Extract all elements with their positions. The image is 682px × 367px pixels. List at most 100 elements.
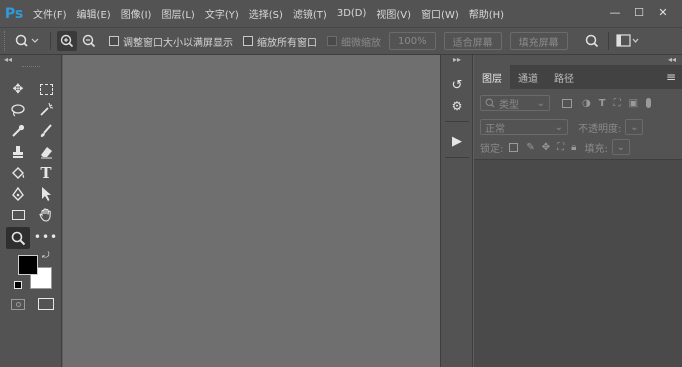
zoom-out-icon[interactable] bbox=[79, 31, 99, 51]
tools-collapse-icon[interactable]: ◂◂ bbox=[4, 55, 12, 64]
eyedropper-tool-icon[interactable] bbox=[8, 121, 28, 141]
lock-move-icon[interactable]: ✥ bbox=[542, 142, 550, 153]
opacity-field[interactable]: ⌄ bbox=[625, 119, 644, 135]
zoom-all-option[interactable]: 缩放所有窗口 bbox=[243, 34, 317, 49]
menu-layer[interactable]: 图层(L) bbox=[156, 0, 199, 27]
scrubby-zoom-option[interactable]: 细微缩放 bbox=[327, 34, 381, 49]
tools-panel: ◂◂ ✥ T ••• ⤾ bbox=[0, 55, 62, 367]
dock-collapse-icon[interactable]: ▸▸ bbox=[453, 55, 461, 64]
close-icon[interactable]: ✕ bbox=[652, 4, 674, 21]
resize-windows-checkbox[interactable] bbox=[109, 36, 119, 46]
bucket-tool-icon[interactable] bbox=[8, 163, 28, 183]
workspace-icon[interactable] bbox=[615, 31, 641, 51]
chevron-down-icon: ⌄ bbox=[554, 121, 563, 133]
zoom-all-label: 缩放所有窗口 bbox=[257, 37, 317, 49]
panel-dock: ▸▸ ↺ ⚙ ▶ bbox=[440, 55, 473, 367]
history-icon[interactable]: ↺ bbox=[447, 75, 467, 95]
resize-windows-label: 调整窗口大小以满屏显示 bbox=[123, 37, 233, 49]
filter-kind-dropdown[interactable]: 类型 ⌄ bbox=[480, 95, 550, 111]
maximize-icon[interactable]: ☐ bbox=[628, 4, 650, 21]
opacity-label: 不透明度: bbox=[578, 123, 622, 135]
menu-image[interactable]: 图像(I) bbox=[116, 0, 157, 27]
lock-paint-icon[interactable]: ✎ bbox=[526, 142, 534, 153]
chevron-down-icon: ⌄ bbox=[536, 97, 545, 109]
window-controls: — ☐ ✕ bbox=[604, 4, 674, 21]
filter-kind-label: 类型 bbox=[499, 99, 519, 111]
lock-row: 锁定: ✎ ✥ ⛶ 🔒︎ 填充: ⌄ bbox=[474, 135, 682, 159]
tab-paths[interactable]: 路径 bbox=[546, 65, 582, 89]
default-colors-icon[interactable] bbox=[14, 281, 22, 289]
resize-windows-option[interactable]: 调整窗口大小以满屏显示 bbox=[109, 34, 233, 49]
quick-mask-icon[interactable] bbox=[11, 299, 25, 310]
layer-filter-row: 类型 ⌄ ◑ T ⛶ ▣ bbox=[474, 91, 682, 115]
scrubby-zoom-label: 细微缩放 bbox=[341, 37, 381, 49]
marquee-tool-icon[interactable] bbox=[36, 79, 56, 99]
app-logo: Ps bbox=[4, 5, 24, 22]
tab-channels[interactable]: 通道 bbox=[510, 65, 546, 89]
percent-button[interactable]: 100% bbox=[389, 32, 436, 50]
filter-shape-icon[interactable]: ⛶ bbox=[614, 98, 621, 109]
type-tool-icon[interactable]: T bbox=[36, 163, 56, 183]
zoom-tool-preset-icon[interactable] bbox=[12, 31, 44, 51]
chevron-down-icon: ⌄ bbox=[630, 121, 639, 133]
lock-all-icon[interactable]: 🔒︎ bbox=[571, 142, 576, 153]
fill-label: 填充: bbox=[584, 143, 608, 155]
foreground-color-swatch[interactable] bbox=[18, 255, 38, 275]
zoom-all-checkbox[interactable] bbox=[243, 36, 253, 46]
menu-view[interactable]: 视图(V) bbox=[371, 0, 416, 27]
panel-menu-icon[interactable]: ≡ bbox=[666, 65, 676, 89]
fill-screen-button[interactable]: 填充屏幕 bbox=[509, 32, 568, 50]
fit-screen-button[interactable]: 适合屏幕 bbox=[443, 32, 502, 50]
eraser-tool-icon[interactable] bbox=[36, 142, 56, 162]
more-tools-icon[interactable]: ••• bbox=[34, 227, 57, 247]
screen-mode-icon[interactable] bbox=[38, 298, 54, 310]
properties-icon[interactable]: ⚙ bbox=[447, 96, 467, 116]
path-selection-tool-icon[interactable] bbox=[36, 184, 56, 204]
options-grip[interactable] bbox=[4, 31, 12, 51]
search-icon[interactable] bbox=[582, 31, 602, 51]
chevron-down-icon: ⌄ bbox=[616, 141, 626, 153]
pen-tool-icon[interactable] bbox=[8, 184, 28, 204]
filter-toggle-icon[interactable] bbox=[646, 98, 652, 108]
blend-mode-dropdown[interactable]: 正常 ⌄ bbox=[480, 119, 568, 135]
menu-window[interactable]: 窗口(W) bbox=[416, 0, 464, 27]
menu-help[interactable]: 帮助(H) bbox=[464, 0, 509, 27]
filter-type-icon[interactable]: T bbox=[599, 98, 606, 109]
lasso-tool-icon[interactable] bbox=[8, 100, 28, 120]
scrubby-zoom-checkbox[interactable] bbox=[327, 36, 337, 46]
zoom-in-icon[interactable] bbox=[57, 31, 77, 51]
menu-file[interactable]: 文件(F) bbox=[28, 0, 72, 27]
fill-field[interactable]: ⌄ bbox=[611, 139, 630, 155]
magic-wand-tool-icon[interactable] bbox=[36, 100, 56, 120]
lock-label: 锁定: bbox=[480, 143, 504, 155]
actions-play-icon[interactable]: ▶ bbox=[447, 131, 467, 151]
filter-adjustment-icon[interactable]: ◑ bbox=[582, 98, 591, 109]
options-bar: 调整窗口大小以满屏显示 缩放所有窗口 细微缩放 100% 适合屏幕 填充屏幕 bbox=[0, 27, 682, 55]
menu-bar: Ps 文件(F) 编辑(E) 图像(I) 图层(L) 文字(Y) 选择(S) 滤… bbox=[0, 0, 682, 27]
menu-select[interactable]: 选择(S) bbox=[244, 0, 288, 27]
filter-pixel-icon[interactable] bbox=[562, 98, 572, 108]
minimize-icon[interactable]: — bbox=[604, 4, 626, 21]
swap-colors-icon[interactable]: ⤾ bbox=[42, 251, 50, 261]
layers-list[interactable] bbox=[474, 159, 682, 367]
menu-3d[interactable]: 3D(D) bbox=[332, 0, 372, 27]
lock-transparent-icon[interactable] bbox=[509, 142, 519, 152]
zoom-tool-icon[interactable] bbox=[6, 227, 30, 249]
brush-tool-icon[interactable] bbox=[36, 121, 56, 141]
tab-layers[interactable]: 图层 bbox=[474, 65, 510, 89]
menu-type[interactable]: 文字(Y) bbox=[200, 0, 244, 27]
panel-collapse-icon[interactable]: ◂◂ bbox=[668, 55, 676, 64]
tools-grip[interactable] bbox=[22, 66, 40, 67]
stamp-tool-icon[interactable] bbox=[8, 142, 28, 162]
document-canvas[interactable] bbox=[63, 55, 440, 367]
blend-mode-label: 正常 bbox=[485, 123, 505, 135]
menu-edit[interactable]: 编辑(E) bbox=[72, 0, 116, 27]
lock-artboard-icon[interactable]: ⛶ bbox=[557, 142, 564, 153]
layers-panel: ◂◂ 图层 通道 路径 ≡ 类型 ⌄ ◑ T ⛶ ▣ 正常 ⌄ 不透明度: ⌄ … bbox=[474, 55, 682, 367]
filter-smart-object-icon[interactable]: ▣ bbox=[629, 98, 638, 109]
search-icon bbox=[485, 98, 495, 108]
hand-tool-icon[interactable] bbox=[36, 205, 56, 225]
move-tool-icon[interactable]: ✥ bbox=[8, 79, 28, 99]
rectangle-tool-icon[interactable] bbox=[8, 205, 28, 225]
menu-filter[interactable]: 滤镜(T) bbox=[288, 0, 332, 27]
